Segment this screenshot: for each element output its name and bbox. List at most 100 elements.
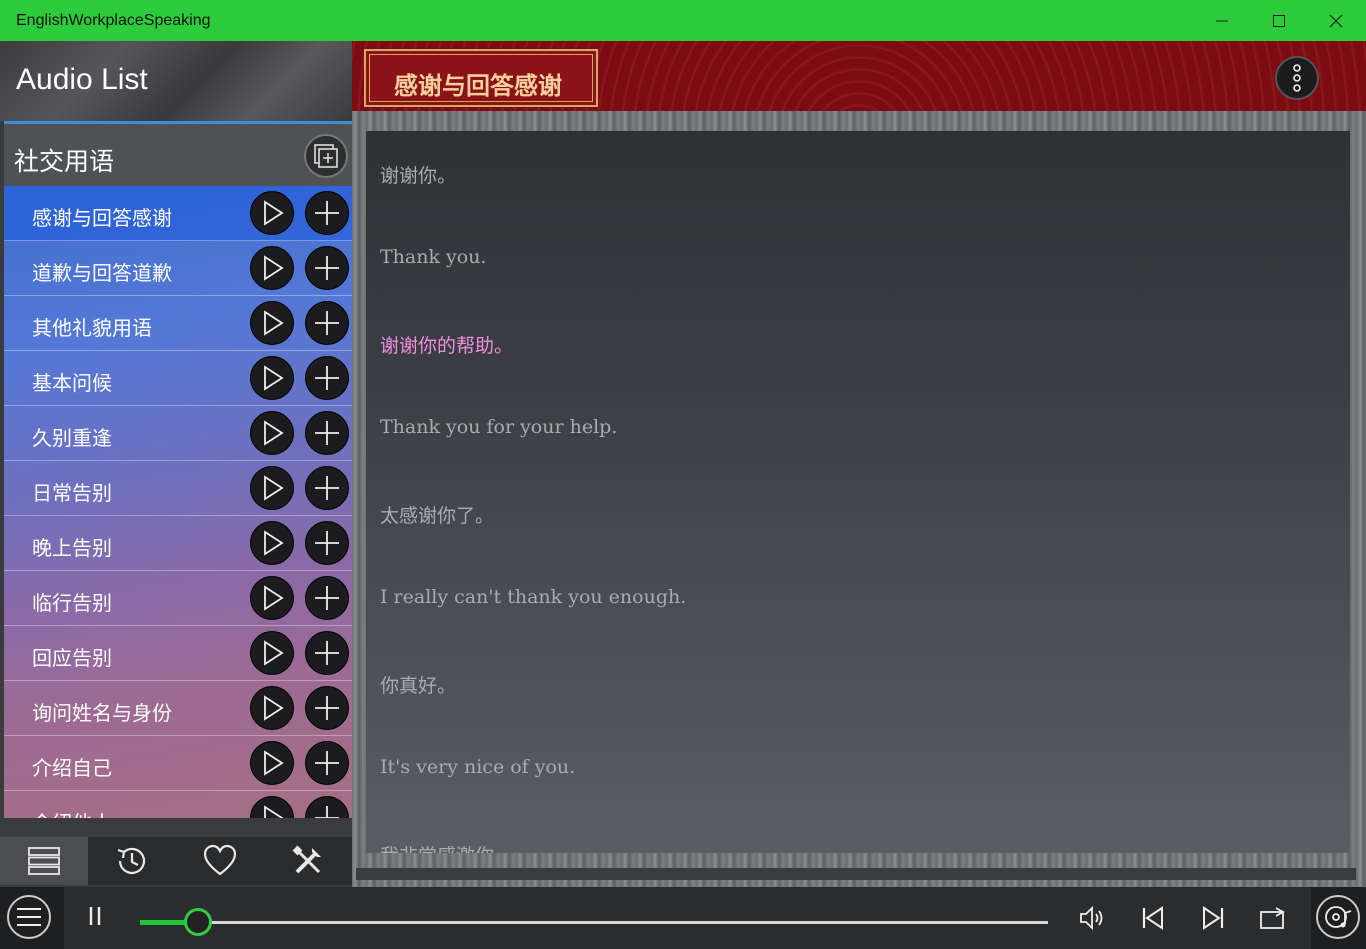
pause-button[interactable] <box>88 905 102 932</box>
list-item[interactable]: 临行告别 <box>4 571 352 626</box>
tab-list[interactable] <box>0 837 88 885</box>
list-item-label: 其他礼貌用语 <box>32 318 152 340</box>
play-icon <box>264 365 284 391</box>
play-button[interactable] <box>250 411 294 455</box>
play-icon <box>264 640 284 666</box>
current-lyric-line: 谢谢你的帮助。 <box>380 335 514 357</box>
more-options-button[interactable] <box>1275 56 1319 100</box>
list-item[interactable]: 晚上告别 <box>4 516 352 571</box>
play-button[interactable] <box>250 741 294 785</box>
list-item-label: 感谢与回答感谢 <box>32 208 172 230</box>
list-item[interactable]: 介绍自己 <box>4 736 352 791</box>
list-item[interactable]: 感谢与回答感谢 <box>4 186 352 241</box>
play-button[interactable] <box>250 796 294 818</box>
bottom-tab-bar <box>0 837 352 885</box>
list-item[interactable]: 道歉与回答道歉 <box>4 241 352 296</box>
list-item[interactable]: 基本问候 <box>4 351 352 406</box>
minimize-icon <box>1215 20 1228 21</box>
repeat-button[interactable] <box>1258 903 1288 938</box>
play-button[interactable] <box>250 576 294 620</box>
list-item-label: 日常告别 <box>32 483 112 505</box>
lyric-line: Thank you. <box>380 246 487 268</box>
horizontal-scrollbar[interactable] <box>356 868 1356 880</box>
play-button[interactable] <box>250 466 294 510</box>
play-icon <box>264 310 284 336</box>
previous-button[interactable] <box>1138 903 1168 938</box>
lyrics-panel[interactable]: 谢谢你。 Thank you. 谢谢你的帮助。 Thank you for your … <box>366 131 1350 853</box>
list-item[interactable]: 其他礼貌用语 <box>4 296 352 351</box>
maximize-icon <box>1272 14 1285 27</box>
tab-favorites[interactable] <box>176 837 264 885</box>
list-item-label: 晚上告别 <box>32 538 112 560</box>
play-icon <box>264 530 284 556</box>
group-header: 社交用语 <box>4 121 352 187</box>
play-button[interactable] <box>250 686 294 730</box>
lyric-line: 太感谢你了。 <box>380 505 495 527</box>
next-button[interactable] <box>1198 903 1228 938</box>
add-button[interactable] <box>305 301 349 345</box>
plus-icon <box>315 531 339 555</box>
add-group-button[interactable] <box>304 134 348 178</box>
minimize-button[interactable] <box>1193 0 1250 41</box>
audio-list-header: Audio List <box>0 41 352 121</box>
list-item[interactable]: 回应告别 <box>4 626 352 681</box>
volume-button[interactable] <box>1078 903 1108 938</box>
add-button[interactable] <box>305 686 349 730</box>
add-to-playlist-icon <box>314 144 338 168</box>
add-button[interactable] <box>305 576 349 620</box>
tab-tools[interactable] <box>264 837 352 885</box>
lyric-line: 我非常感激你 <box>380 841 494 853</box>
list-item[interactable]: 询问姓名与身份 <box>4 681 352 736</box>
list-item-label: 久别重逢 <box>32 428 112 450</box>
plus-icon <box>315 201 339 225</box>
app-title: EnglishWorkplaceSpeaking <box>16 12 211 29</box>
play-icon <box>264 200 284 226</box>
play-icon <box>264 420 284 446</box>
list-item-label: 介绍他人 <box>32 807 112 818</box>
plus-icon <box>315 421 339 445</box>
list-item[interactable]: 日常告别 <box>4 461 352 516</box>
play-button[interactable] <box>250 191 294 235</box>
menu-button[interactable] <box>7 895 51 939</box>
audio-list-panel: Audio List 社交用语 感谢与回答感谢 道歉与回答道歉 其他礼貌用语 基本问候… <box>0 41 352 887</box>
now-playing-button[interactable] <box>1316 895 1360 939</box>
progress-thumb[interactable] <box>184 908 213 936</box>
add-button[interactable] <box>305 521 349 565</box>
add-button[interactable] <box>305 796 349 818</box>
add-button[interactable] <box>305 356 349 400</box>
add-button[interactable] <box>305 741 349 785</box>
add-button[interactable] <box>305 191 349 235</box>
play-button[interactable] <box>250 301 294 345</box>
play-icon <box>264 255 284 281</box>
list-item-label: 基本问候 <box>32 373 112 395</box>
disc-music-icon <box>1325 906 1352 928</box>
add-button[interactable] <box>305 466 349 510</box>
maximize-button[interactable] <box>1250 0 1307 41</box>
list-item-label: 道歉与回答道歉 <box>32 263 172 285</box>
volume-icon <box>1080 905 1103 931</box>
play-button[interactable] <box>250 521 294 565</box>
play-icon <box>264 805 284 818</box>
add-button[interactable] <box>305 246 349 290</box>
progress-slider[interactable] <box>140 908 1048 936</box>
add-button[interactable] <box>305 411 349 455</box>
lyrics-frame: 谢谢你。 Thank you. 谢谢你的帮助。 Thank you for your … <box>352 111 1366 887</box>
plus-icon <box>315 366 339 390</box>
title-frame: 感谢与回答感谢 <box>364 49 598 107</box>
plus-icon <box>315 256 339 280</box>
lyric-line: 你真好。 <box>380 675 457 697</box>
tab-history[interactable] <box>88 837 176 885</box>
list-item[interactable]: 介绍他人 <box>4 791 352 818</box>
close-button[interactable] <box>1307 0 1364 41</box>
list-item-label: 回应告别 <box>32 648 112 670</box>
more-vertical-icon <box>1293 64 1301 92</box>
title-bar: EnglishWorkplaceSpeaking <box>0 0 1366 41</box>
play-button[interactable] <box>250 356 294 400</box>
list-item-label: 临行告别 <box>32 593 112 615</box>
list-item[interactable]: 久别重逢 <box>4 406 352 461</box>
plus-icon <box>315 696 339 720</box>
add-button[interactable] <box>305 631 349 675</box>
play-button[interactable] <box>250 631 294 675</box>
play-button[interactable] <box>250 246 294 290</box>
lyric-line: I really can't thank you enough. <box>380 586 687 608</box>
